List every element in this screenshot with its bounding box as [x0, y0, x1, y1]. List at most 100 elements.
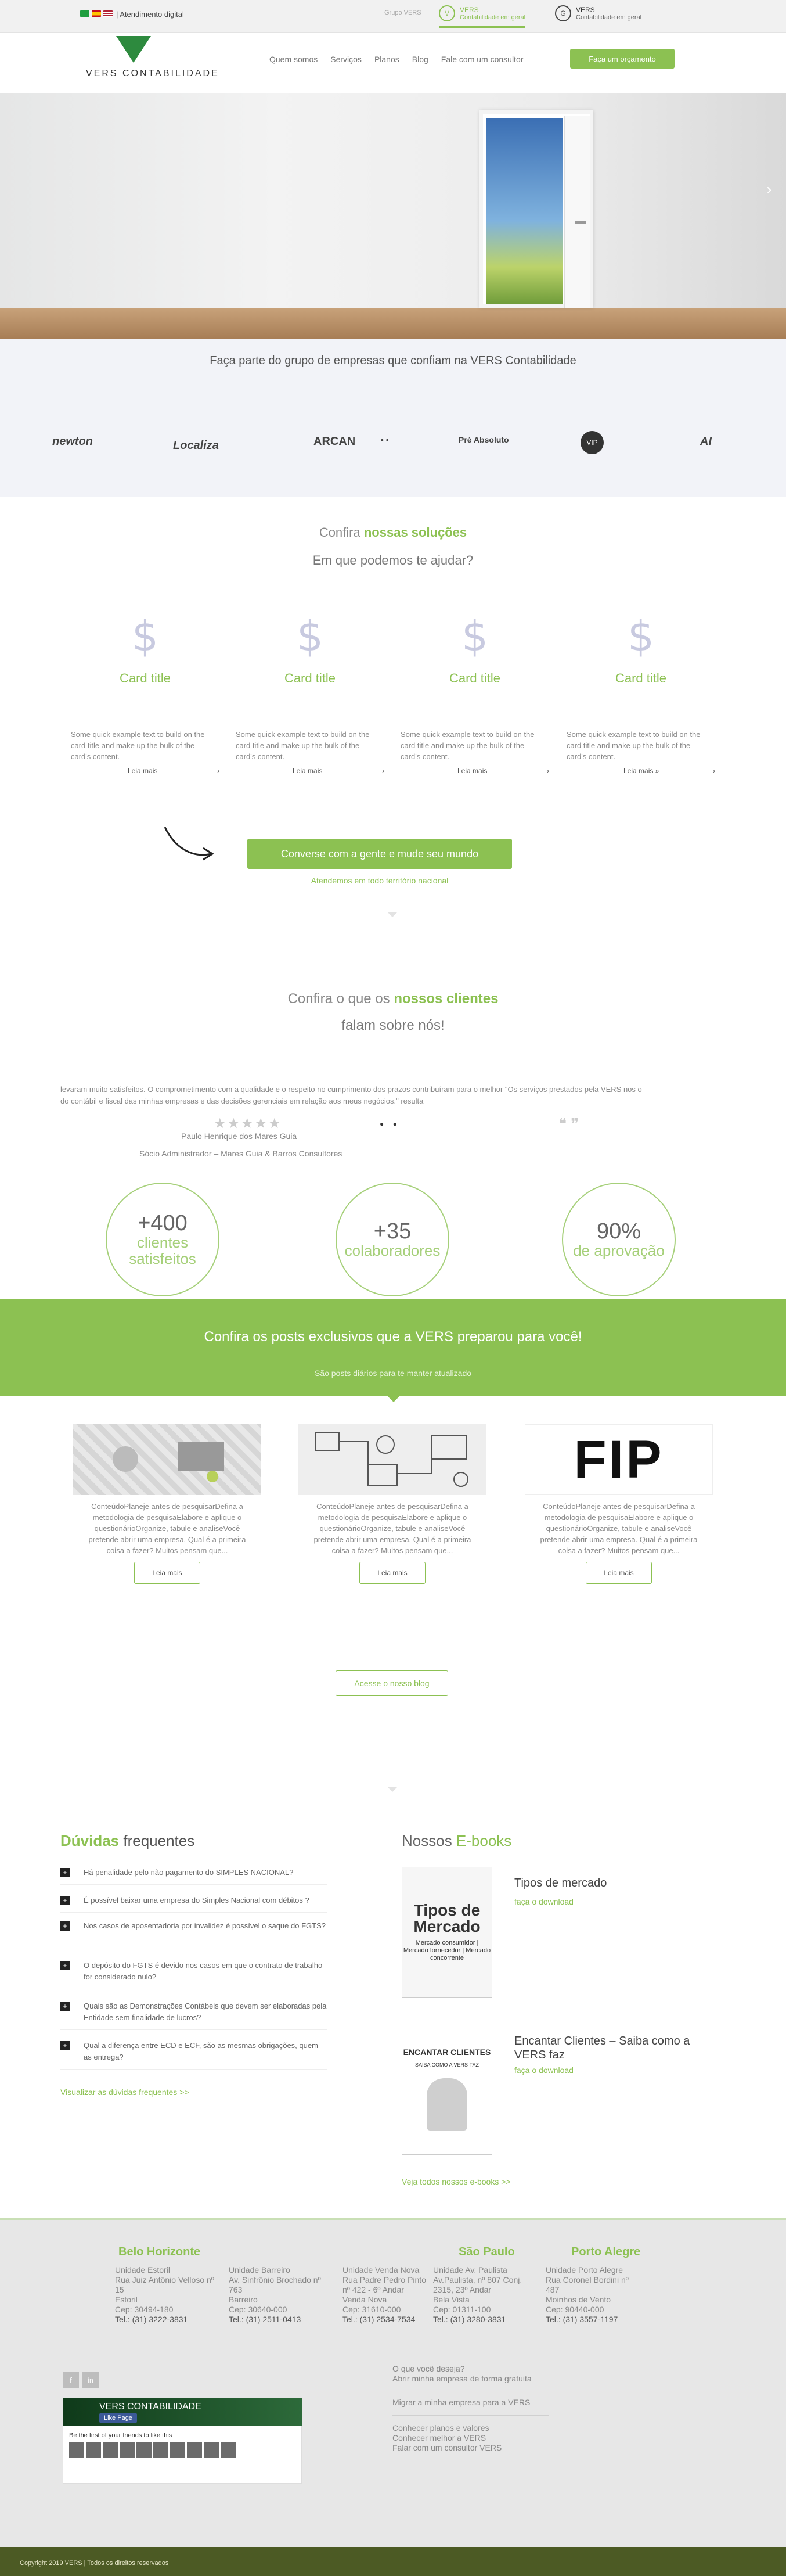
post-image[interactable] — [298, 1424, 486, 1495]
unit-name: Unidade Porto Alegre — [546, 2265, 623, 2275]
footer-link[interactable]: O que você deseja? — [392, 2364, 532, 2374]
brand-tab-vers-second[interactable]: G VERS Contabilidade em geral — [555, 5, 641, 21]
visit-blog-button[interactable]: Acesse o nosso blog — [336, 1670, 448, 1696]
post-image[interactable]: FIP — [525, 1424, 713, 1495]
fb-like-button[interactable]: Like Page — [99, 2413, 137, 2423]
avatar[interactable] — [69, 2442, 84, 2458]
view-all-ebooks-link[interactable]: Veja todos nossos e-books >> — [402, 2177, 511, 2186]
nav-quem-somos[interactable]: Quem somos — [269, 55, 318, 64]
read-more-button[interactable]: Leia mais — [586, 1562, 652, 1584]
flag-spain-icon[interactable] — [92, 10, 101, 17]
footer-link[interactable]: Conhecer planos e valores — [392, 2423, 502, 2433]
brand-tab-vers-contabilidade[interactable]: V VERS Contabilidade em geral — [439, 5, 526, 28]
vers-logo-icon[interactable] — [116, 36, 151, 63]
view-all-faq-link[interactable]: Visualizar as dúvidas frequentes >> — [60, 2088, 189, 2097]
faq-item[interactable]: + O depósito do FGTS é devido nos casos e… — [60, 1960, 327, 1989]
carousel-next-icon[interactable]: › — [766, 180, 771, 199]
footer-link[interactable]: Abrir minha empresa de forma gratuita — [392, 2374, 532, 2384]
read-more-label[interactable]: Leia mais — [128, 767, 157, 775]
ebook-name[interactable]: Tipos de mercado — [514, 1876, 718, 1890]
plus-icon[interactable]: + — [60, 1921, 70, 1931]
facebook-icon[interactable]: f — [63, 2372, 79, 2388]
digital-attendance-link[interactable]: | Atendimento digital — [116, 10, 184, 19]
card-read-more[interactable]: Leia mais › — [401, 767, 549, 775]
avatar[interactable] — [86, 2442, 101, 2458]
plus-icon[interactable]: + — [60, 1896, 70, 1905]
unit-name: Unidade Estoril — [115, 2265, 170, 2275]
nav-fale-consultor[interactable]: Fale com um consultor — [441, 55, 524, 64]
avatar[interactable] — [120, 2442, 135, 2458]
unit-phone[interactable]: Tel.: (31) 3280-3831 — [433, 2315, 522, 2324]
card-title[interactable]: Card title — [71, 671, 219, 686]
avatar[interactable] — [103, 2442, 118, 2458]
faq-item[interactable]: + Quais são as Demonstrações Contábeis qu… — [60, 2000, 327, 2030]
flag-brazil-icon[interactable] — [80, 10, 89, 17]
read-more-button[interactable]: Leia mais — [134, 1562, 200, 1584]
card-title[interactable]: Card title — [236, 671, 384, 686]
ebook-download-link[interactable]: faça o download — [514, 2065, 574, 2075]
read-more-label[interactable]: Leia mais — [457, 767, 487, 775]
avatar[interactable] — [204, 2442, 219, 2458]
flag-usa-icon[interactable] — [103, 10, 113, 17]
nav-servicos[interactable]: Serviços — [330, 55, 362, 64]
logo-text[interactable]: VERS CONTABILIDADE — [86, 69, 219, 79]
chevron-right-icon[interactable]: › — [217, 767, 219, 775]
faq-question[interactable]: É possível baixar uma empresa do Simples… — [84, 1895, 327, 1906]
read-more-label[interactable]: Leia mais — [293, 767, 322, 775]
unit-phone[interactable]: Tel.: (31) 3557-1197 — [546, 2315, 639, 2324]
avatar[interactable] — [153, 2442, 168, 2458]
card-title[interactable]: Card title — [567, 671, 715, 686]
unit-phone[interactable]: Tel.: (31) 2534-7534 — [342, 2315, 432, 2324]
fb-page-name[interactable]: VERS CONTABILIDADE — [99, 2402, 302, 2412]
faq-question[interactable]: Quais são as Demonstrações Contábeis que… — [84, 2000, 327, 2024]
quote-button[interactable]: Faça um orçamento — [570, 49, 675, 69]
card-title[interactable]: Card title — [401, 671, 549, 686]
ebook-download-link[interactable]: faça o download — [514, 1897, 574, 1906]
faq-item[interactable]: + Nos casos de aposentadoria por invalide… — [60, 1920, 327, 1938]
faq-item[interactable]: + Há penalidade pelo não pagamento do SIM… — [60, 1867, 327, 1885]
carousel-dots[interactable]: ● ● — [380, 1120, 401, 1128]
avatar[interactable] — [187, 2442, 202, 2458]
faq-item[interactable]: + É possível baixar uma empresa do Simple… — [60, 1895, 327, 1913]
read-more-button[interactable]: Leia mais — [359, 1562, 426, 1584]
testimonial-role: Sócio Administrador – Mares Guia & Barro… — [139, 1149, 342, 1158]
ebook-cover[interactable]: ENCANTAR CLIENTES SAIBA COMO A VERS FAZ — [402, 2024, 492, 2155]
plus-icon[interactable]: + — [60, 1868, 70, 1877]
post-image[interactable] — [73, 1424, 261, 1495]
unit-phone[interactable]: Tel.: (31) 3222-3831 — [115, 2315, 216, 2324]
unit-phone[interactable]: Tel.: (31) 2511-0413 — [229, 2315, 322, 2324]
ebook-cover-title: ENCANTAR CLIENTES — [403, 2047, 491, 2057]
chevron-right-icon[interactable]: › — [547, 767, 549, 775]
facebook-page-widget[interactable]: VERS CONTABILIDADE Like Page Be the firs… — [63, 2398, 302, 2484]
plus-icon[interactable]: + — [60, 1961, 70, 1970]
avatar[interactable] — [221, 2442, 236, 2458]
ebook-cover[interactable]: Tipos de Mercado Mercado consumidor | Me… — [402, 1867, 492, 1998]
read-more-label[interactable]: Leia mais » — [623, 767, 659, 775]
footer-link[interactable]: Conhecer melhor a VERS — [392, 2433, 502, 2443]
faq-question[interactable]: O depósito do FGTS é devido nos casos em… — [84, 1960, 327, 1983]
faq-question[interactable]: Qual a diferença entre ECD e ECF, são as… — [84, 2040, 327, 2063]
stat-collaborators: +35 colaboradores — [336, 1183, 449, 1296]
blog-title: Confira os posts exclusivos que a VERS p… — [204, 1329, 582, 1345]
card-read-more[interactable]: Leia mais » › — [567, 767, 715, 775]
avatar[interactable] — [136, 2442, 152, 2458]
linkedin-icon[interactable]: in — [82, 2372, 99, 2388]
plus-icon[interactable]: + — [60, 2002, 70, 2011]
chevron-right-icon[interactable]: › — [382, 767, 384, 775]
footer-link[interactable]: Falar com um consultor VERS — [392, 2443, 502, 2453]
faq-question[interactable]: Há penalidade pelo não pagamento do SIMP… — [84, 1867, 327, 1878]
talk-to-us-button[interactable]: Converse com a gente e mude seu mundo — [247, 839, 512, 869]
faq-question[interactable]: Nos casos de aposentadoria por invalidez… — [84, 1920, 327, 1932]
footer-link[interactable]: Migrar a minha empresa para a VERS — [392, 2398, 530, 2408]
avatar[interactable] — [170, 2442, 185, 2458]
card-text: Some quick example text to build on the … — [401, 730, 535, 761]
faq-item[interactable]: + Qual a diferença entre ECD e ECF, são a… — [60, 2040, 327, 2070]
card-read-more[interactable]: Leia mais › — [71, 767, 219, 775]
chevron-right-icon[interactable]: › — [713, 767, 715, 775]
ebook-name[interactable]: Encantar Clientes – Saiba como a VERS fa… — [514, 2034, 718, 2062]
plus-icon[interactable]: + — [60, 2041, 70, 2050]
nav-planos[interactable]: Planos — [374, 55, 399, 64]
stat-label: clientes — [136, 1234, 189, 1251]
card-read-more[interactable]: Leia mais › — [236, 767, 384, 775]
nav-blog[interactable]: Blog — [412, 55, 428, 64]
